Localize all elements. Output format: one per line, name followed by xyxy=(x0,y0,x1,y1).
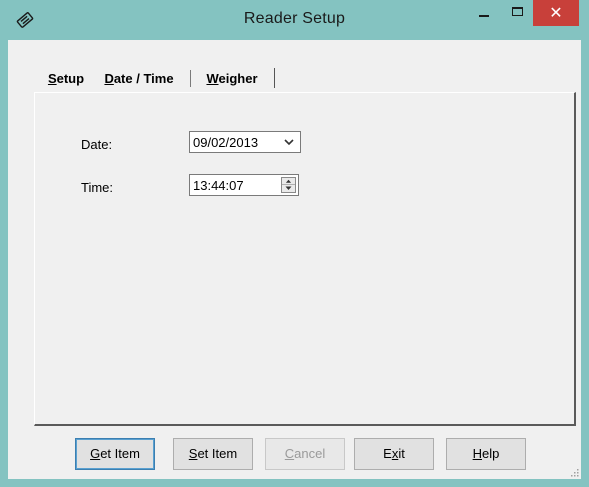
maximize-icon xyxy=(512,7,523,16)
maximize-button[interactable] xyxy=(501,0,533,26)
spin-down-icon[interactable] xyxy=(282,185,295,192)
set-item-button[interactable]: Set Item xyxy=(173,438,253,470)
time-value[interactable]: 13:44:07 xyxy=(193,178,244,193)
minimize-button[interactable] xyxy=(467,0,501,26)
close-button[interactable]: ✕ xyxy=(533,0,579,26)
cancel-button[interactable]: Cancel xyxy=(265,438,345,470)
tab-date-time[interactable]: Date / Time xyxy=(90,64,188,91)
time-picker[interactable]: 13:44:07 xyxy=(189,174,299,196)
spin-up-icon[interactable] xyxy=(282,178,295,185)
tab-weigher[interactable]: Weigher xyxy=(190,66,274,89)
time-spinner[interactable] xyxy=(281,177,296,193)
get-item-button[interactable]: Get Item xyxy=(75,438,155,470)
date-picker[interactable]: 09/02/2013 xyxy=(189,131,301,153)
time-label: Time: xyxy=(81,180,114,195)
chevron-down-icon[interactable] xyxy=(283,136,295,148)
title-bar[interactable]: Reader Setup ✕ xyxy=(0,0,589,40)
tab-setup[interactable]: Setup xyxy=(44,66,88,89)
client-area: Setup Date / Time Weigher Date: 09/02/20… xyxy=(8,40,581,479)
date-value[interactable]: 09/02/2013 xyxy=(193,135,258,150)
exit-button[interactable]: Exit xyxy=(354,438,434,470)
date-label: Date: xyxy=(81,137,113,152)
close-icon: ✕ xyxy=(549,3,563,22)
minimize-icon xyxy=(479,15,489,17)
help-button[interactable]: Help xyxy=(446,438,526,470)
reader-setup-window: Reader Setup ✕ Setup Date / Time Weigher… xyxy=(0,0,589,487)
tab-divider xyxy=(274,68,275,88)
resize-grip-icon[interactable] xyxy=(569,467,579,477)
date-time-panel: Date: 09/02/2013 Time: 13:44:07 xyxy=(34,92,576,426)
